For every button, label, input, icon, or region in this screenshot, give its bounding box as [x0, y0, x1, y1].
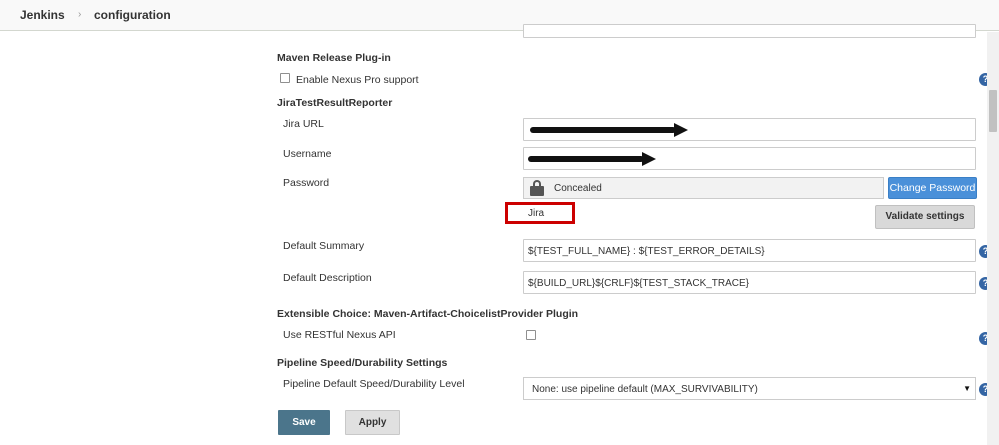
default-description-input[interactable]: ${BUILD_URL}${CRLF}${TEST_STACK_TRACE} — [523, 271, 976, 294]
highlight-box: Jira — [505, 202, 575, 224]
concealed-value: Concealed — [554, 183, 602, 194]
jira-text: Jira — [528, 208, 545, 219]
lock-icon — [530, 180, 544, 196]
change-password-button[interactable]: Change Password — [888, 177, 977, 199]
pipeline-level-value: None: use pipeline default (MAX_SURVIVAB… — [532, 384, 758, 395]
restful-nexus-label: Use RESTful Nexus API — [283, 329, 396, 341]
username-input[interactable] — [523, 147, 976, 170]
default-summary-label: Default Summary — [283, 240, 365, 252]
validate-settings-button[interactable]: Validate settings — [875, 205, 975, 229]
username-label: Username — [283, 148, 332, 160]
chevron-down-icon: ▼ — [963, 384, 971, 393]
truncated-input-field[interactable] — [523, 24, 976, 38]
password-label: Password — [283, 177, 330, 189]
nexus-pro-label: Enable Nexus Pro support — [296, 74, 419, 86]
save-button[interactable]: Save — [278, 410, 330, 435]
breadcrumb-jenkins-link[interactable]: Jenkins — [20, 8, 65, 22]
scrollbar[interactable] — [987, 32, 999, 445]
breadcrumb-separator-icon: › — [78, 9, 82, 20]
section-jira-title: JiraTestResultReporter — [277, 97, 393, 109]
restful-nexus-checkbox[interactable] — [526, 330, 536, 340]
section-maven-release-title: Maven Release Plug-in — [277, 52, 391, 64]
pipeline-level-select[interactable]: None: use pipeline default (MAX_SURVIVAB… — [523, 377, 976, 400]
default-description-label: Default Description — [283, 272, 372, 284]
default-summary-input[interactable]: ${TEST_FULL_NAME} : ${TEST_ERROR_DETAILS… — [523, 239, 976, 262]
scrollbar-thumb[interactable] — [989, 90, 997, 132]
section-extensible-choice-title: Extensible Choice: Maven-Artifact-Choice… — [277, 308, 579, 320]
jira-url-label: Jira URL — [283, 118, 324, 130]
password-concealed-field: Concealed — [523, 177, 884, 199]
breadcrumb-configuration-link[interactable]: configuration — [94, 8, 171, 22]
pipeline-level-label: Pipeline Default Speed/Durability Level — [283, 378, 465, 390]
jira-url-input[interactable] — [523, 118, 976, 141]
apply-button[interactable]: Apply — [345, 410, 400, 435]
section-pipeline-title: Pipeline Speed/Durability Settings — [277, 357, 448, 369]
nexus-pro-checkbox[interactable] — [280, 73, 290, 83]
